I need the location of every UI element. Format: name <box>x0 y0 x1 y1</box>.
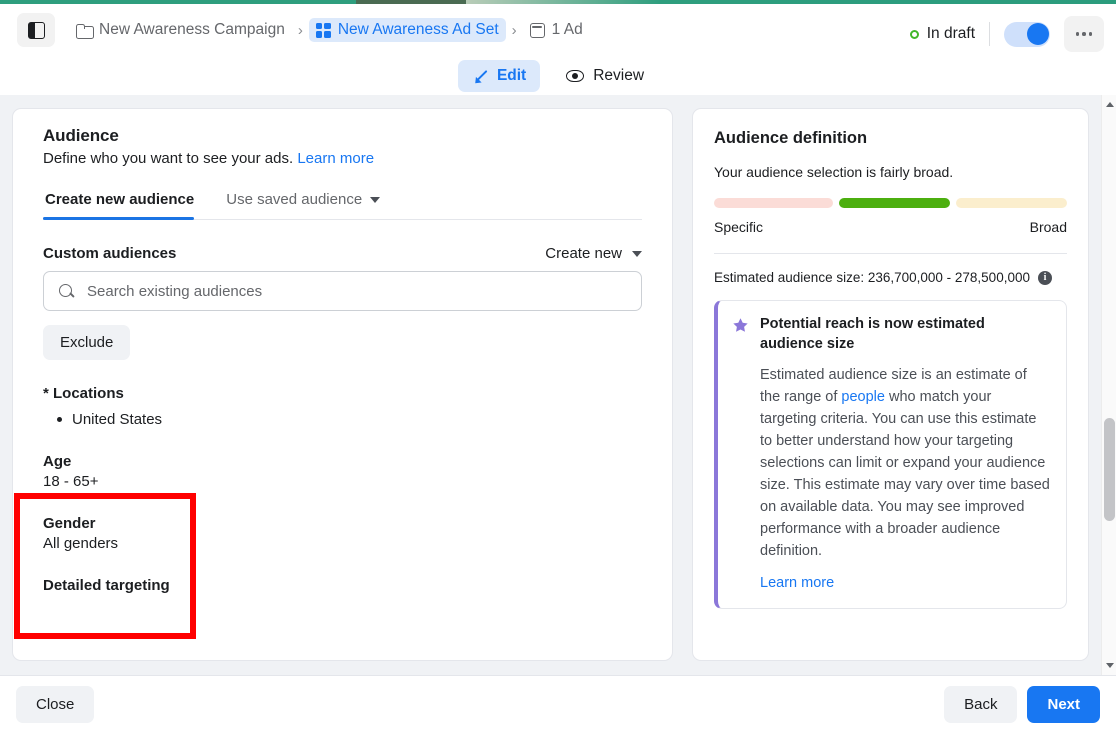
chevron-down-icon <box>370 197 380 203</box>
close-button[interactable]: Close <box>16 686 94 723</box>
tab-create-new-audience-label: Create new audience <box>45 191 194 208</box>
breadcrumb: New Awareness Campaign › New Awareness A… <box>0 8 1116 52</box>
scroll-down-arrow-icon[interactable] <box>1102 658 1116 673</box>
header-actions: In draft <box>910 12 1104 56</box>
search-input[interactable] <box>87 283 626 300</box>
audience-subtitle-text: Define who you want to see your ads. <box>43 150 293 167</box>
more-options-icon <box>1076 32 1080 36</box>
next-button[interactable]: Next <box>1027 686 1100 723</box>
status-dot-icon <box>910 30 919 39</box>
search-audiences-box[interactable] <box>43 271 642 311</box>
breadcrumb-ad-label: 1 Ad <box>552 21 583 39</box>
status-badge: In draft <box>910 25 975 43</box>
estimated-audience-size-row: Estimated audience size: 236,700,000 - 2… <box>714 270 1067 285</box>
tab-edit[interactable]: Edit <box>458 60 540 92</box>
locations-label: * Locations <box>43 385 642 402</box>
tab-create-new-audience[interactable]: Create new audience <box>43 191 212 219</box>
audience-definition-title: Audience definition <box>714 129 1067 148</box>
vertical-scrollbar[interactable] <box>1101 95 1116 675</box>
breadcrumb-item-campaign[interactable]: New Awareness Campaign <box>69 18 292 42</box>
location-list-item: United States <box>43 411 642 428</box>
chevron-down-icon <box>632 251 642 257</box>
audience-subtitle: Define who you want to see your ads. Lea… <box>43 150 642 167</box>
breadcrumb-separator-1: › <box>298 22 303 39</box>
panel-toggle-icon <box>28 22 45 39</box>
audience-breadth-gauge <box>714 198 1067 208</box>
pencil-icon <box>472 68 488 84</box>
scrollbar-thumb[interactable] <box>1104 418 1115 521</box>
tab-use-saved-audience-label: Use saved audience <box>226 191 362 208</box>
gender-label: Gender <box>43 515 642 532</box>
info-icon[interactable]: i <box>1038 271 1052 285</box>
divider <box>714 253 1067 254</box>
header-divider <box>989 22 990 46</box>
estimated-audience-size-label: Estimated audience size: 236,700,000 - 2… <box>714 270 1030 285</box>
custom-audiences-row: Custom audiences Create new <box>43 245 642 262</box>
eye-icon <box>566 70 584 82</box>
location-value: United States <box>72 411 162 428</box>
tab-review[interactable]: Review <box>552 60 658 92</box>
breadcrumb-item-ad[interactable]: 1 Ad <box>523 18 590 42</box>
create-new-dropdown[interactable]: Create new <box>545 245 642 262</box>
audience-panel: Audience Define who you want to see your… <box>12 108 673 661</box>
gauge-segment-specific <box>714 198 833 208</box>
gauge-labels: Specific Broad <box>714 219 1067 235</box>
gauge-label-broad: Broad <box>1030 219 1067 235</box>
page-title: Audience <box>43 126 642 146</box>
grid-icon <box>316 23 331 38</box>
bullet-icon <box>57 417 62 422</box>
notice-learn-more-link[interactable]: Learn more <box>760 575 834 591</box>
notice-text: Estimated audience size is an estimate o… <box>760 364 1050 562</box>
scroll-up-arrow-icon[interactable] <box>1102 97 1116 112</box>
age-label: Age <box>43 453 642 470</box>
folder-icon <box>76 24 92 37</box>
age-value: 18 - 65+ <box>43 473 642 490</box>
gauge-label-specific: Specific <box>714 219 763 235</box>
tab-review-label: Review <box>593 67 644 85</box>
footer-bar: Close Back Next <box>0 675 1116 733</box>
gauge-segment-broad <box>956 198 1067 208</box>
custom-audiences-label: Custom audiences <box>43 245 176 262</box>
gauge-segment-active <box>839 198 950 208</box>
search-icon <box>59 284 74 299</box>
mode-tabs: Edit Review <box>0 56 1116 96</box>
detailed-targeting-label: Detailed targeting <box>43 577 642 594</box>
audience-definition-summary: Your audience selection is fairly broad. <box>714 164 1067 180</box>
notice-title: Potential reach is now estimated audienc… <box>760 315 1050 354</box>
breadcrumb-adset-label: New Awareness Ad Set <box>338 21 499 39</box>
toggle-knob <box>1027 23 1049 45</box>
people-link[interactable]: people <box>841 389 885 405</box>
breadcrumb-item-adset[interactable]: New Awareness Ad Set <box>309 18 506 42</box>
potential-reach-notice: Potential reach is now estimated audienc… <box>714 300 1067 609</box>
exclude-button[interactable]: Exclude <box>43 325 130 360</box>
notice-text-part2: who match your targeting criteria. You c… <box>760 389 1050 559</box>
star-icon <box>732 317 749 334</box>
adset-active-toggle[interactable] <box>1004 22 1050 47</box>
content-area: Audience Define who you want to see your… <box>0 95 1116 675</box>
audience-learn-more-link[interactable]: Learn more <box>297 150 374 167</box>
breadcrumb-separator-2: › <box>512 22 517 39</box>
app-header: New Awareness Campaign › New Awareness A… <box>0 4 1116 95</box>
create-new-label: Create new <box>545 245 622 262</box>
card-icon <box>530 23 545 38</box>
audience-definition-panel: Audience definition Your audience select… <box>692 108 1089 661</box>
footer-right-actions: Back Next <box>944 686 1100 723</box>
audience-tabs: Create new audience Use saved audience <box>43 191 642 220</box>
back-button[interactable]: Back <box>944 686 1017 723</box>
more-options-button[interactable] <box>1064 16 1104 52</box>
tab-edit-label: Edit <box>497 67 526 85</box>
status-label: In draft <box>927 25 975 43</box>
tab-use-saved-audience[interactable]: Use saved audience <box>212 191 398 219</box>
breadcrumb-campaign-label: New Awareness Campaign <box>99 21 285 39</box>
gender-value: All genders <box>43 535 642 552</box>
panel-toggle-button[interactable] <box>17 13 55 47</box>
